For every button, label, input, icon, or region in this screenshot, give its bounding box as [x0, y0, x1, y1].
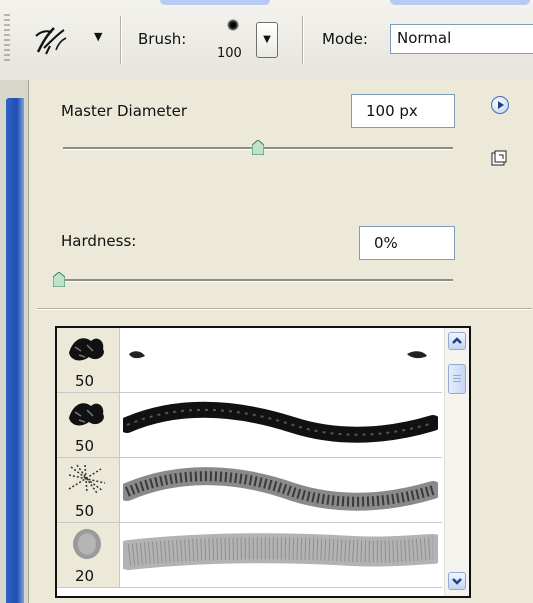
- brush-preset-list[interactable]: 50 50 50 20: [55, 326, 471, 598]
- brush-preset-item[interactable]: 50: [57, 328, 442, 393]
- brush-stroke-preview: [123, 467, 438, 511]
- brush-picker-button[interactable]: ▼: [256, 22, 278, 58]
- brush-tip-icon: [69, 403, 104, 426]
- toolbar-separator: [120, 16, 121, 64]
- brush-tip-icon: [69, 338, 104, 361]
- chevron-up-icon: [452, 337, 462, 344]
- brush-size-label: 50: [75, 372, 95, 390]
- hardness-slider-track[interactable]: [59, 279, 453, 282]
- brush-size-label: 50: [75, 437, 95, 455]
- hardness-field[interactable]: 0%: [359, 226, 455, 260]
- brush-tool-icon[interactable]: [32, 22, 70, 58]
- brush-preset-item[interactable]: 50: [57, 458, 442, 523]
- chevron-down-icon: [452, 578, 462, 585]
- scroll-up-button[interactable]: [448, 332, 466, 350]
- brush-preview-icon[interactable]: [227, 19, 239, 31]
- brush-list-scrollbar[interactable]: [444, 328, 469, 596]
- brush-tip-icon: [73, 529, 101, 559]
- scroll-thumb[interactable]: [448, 364, 466, 394]
- chevron-down-icon[interactable]: ▼: [94, 30, 102, 43]
- master-diameter-field[interactable]: 100 px: [351, 94, 455, 128]
- brush-preset-item[interactable]: 50: [57, 393, 442, 458]
- brush-stroke-preview: [129, 351, 427, 359]
- brush-tip-swatch: 20: [57, 523, 120, 587]
- palette-well-tab[interactable]: [6, 98, 24, 603]
- hardness-label: Hardness:: [61, 232, 137, 250]
- brush-tip-swatch: 50: [57, 458, 120, 522]
- master-diameter-label: Master Diameter: [61, 102, 188, 120]
- toolbar-top-highlight: [160, 0, 270, 5]
- new-preset-icon[interactable]: [491, 150, 507, 166]
- brush-options-panel: Master Diameter 100 px Hardness: 0% 50 5…: [28, 80, 533, 603]
- left-dock-strip: [0, 80, 28, 603]
- mode-label: Mode:: [322, 30, 368, 48]
- brush-tip-swatch: 50: [57, 328, 120, 392]
- brush-tip-swatch: 50: [57, 393, 120, 457]
- brush-label: Brush:: [138, 30, 187, 48]
- brush-size-value: 100: [217, 46, 242, 61]
- panel-menu-arrow-icon[interactable]: [491, 96, 509, 114]
- brush-stroke-preview: [123, 401, 438, 443]
- brush-stroke-preview: [123, 533, 438, 570]
- brush-size-label: 20: [75, 567, 95, 585]
- scroll-down-button[interactable]: [448, 572, 466, 590]
- mode-select[interactable]: Normal: [390, 24, 533, 54]
- toolbar-separator: [302, 16, 303, 64]
- toolbar-top-highlight: [390, 0, 530, 5]
- panel-divider: [37, 308, 532, 309]
- brush-tip-icon: [68, 464, 106, 494]
- master-diameter-slider-thumb[interactable]: [252, 140, 264, 155]
- options-toolbar: ▼ Brush: 100 ▼ Mode: Normal: [0, 0, 533, 80]
- brush-size-label: 50: [75, 502, 95, 520]
- toolbar-grip[interactable]: [4, 14, 10, 62]
- brush-preset-item[interactable]: 20: [57, 523, 442, 588]
- hardness-slider-thumb[interactable]: [53, 272, 65, 287]
